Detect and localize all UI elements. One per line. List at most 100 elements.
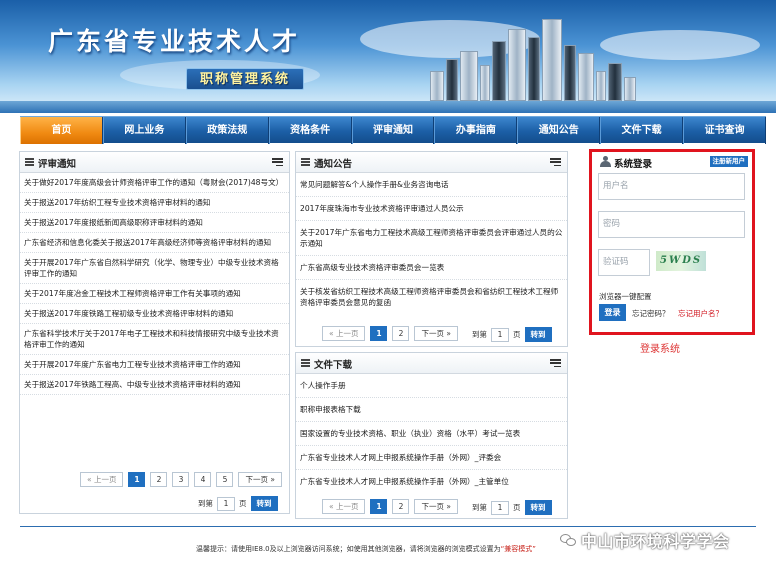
nav-downloads[interactable]: 文件下载	[600, 117, 684, 144]
goto-button[interactable]: 转到	[524, 327, 552, 342]
page-button[interactable]: 1	[370, 499, 388, 514]
review-notices-panel: 评审通知 关于做好2017年度高级会计师资格评审工作的通知（粤财会(2017)4…	[19, 151, 290, 514]
goto-page-input[interactable]: 1	[217, 496, 235, 511]
nav-policies[interactable]: 政策法规	[185, 117, 269, 144]
page-unit-label: 页	[239, 499, 247, 508]
browser-config-link[interactable]: 浏览器一键配置	[599, 291, 652, 302]
list-item[interactable]: 国家设置的专业技术资格、职业（执业）资格（水平）考试一览表	[296, 422, 567, 446]
list-item[interactable]: 职称申报表格下载	[296, 398, 567, 422]
announcements-pager: « 上一页 1 2 下一页 »	[322, 326, 458, 341]
page-button[interactable]: 2	[392, 499, 410, 514]
next-page-button[interactable]: 下一页 »	[238, 472, 282, 487]
forgot-username-link[interactable]: 忘记用户名？	[678, 308, 723, 319]
goto-button[interactable]: 转到	[250, 496, 278, 511]
page-button[interactable]: 5	[216, 472, 234, 487]
nav-online-business[interactable]: 网上业务	[102, 117, 186, 144]
review-notices-title: 评审通知	[38, 159, 77, 170]
skyline-building	[430, 71, 444, 101]
list-item[interactable]: 广东省科学技术厅关于2017年电子工程技术和科技情报研究中级专业技术资格评审工作…	[20, 324, 289, 355]
announcements-title: 通知公告	[314, 159, 353, 170]
list-item[interactable]: 关于报送2017年纺织工程专业技术资格评审材料的通知	[20, 193, 289, 213]
announcements-panel: 通知公告 常见问题解答&个人操作手册&业务咨询电话 2017年度珠海市专业技术资…	[295, 151, 568, 347]
list-item[interactable]: 关于报送2017年度报纸新闻高级职称评审材料的通知	[20, 213, 289, 233]
watermark-text: 中山市环境科学学会	[581, 532, 730, 551]
more-menu-icon[interactable]	[272, 158, 283, 167]
review-notices-pager: « 上一页 1 2 3 4 5 下一页 »	[80, 472, 282, 487]
page-unit-label: 页	[513, 330, 521, 339]
register-button[interactable]: 注册新用户	[709, 156, 748, 167]
page-button[interactable]: 4	[194, 472, 212, 487]
nav-service-guide[interactable]: 办事指南	[434, 117, 518, 144]
prev-page-button[interactable]: « 上一页	[80, 472, 124, 487]
nav-review-notices[interactable]: 评审通知	[351, 117, 435, 144]
downloads-jump: 到第 1 页 转到	[472, 500, 552, 515]
page-button[interactable]: 2	[392, 326, 410, 341]
list-item[interactable]: 个人操作手册	[296, 374, 567, 398]
page-button[interactable]: 1	[370, 326, 388, 341]
skyline-building	[564, 45, 576, 101]
goto-button[interactable]: 转到	[524, 500, 552, 515]
username-input[interactable]: 用户名	[598, 173, 745, 200]
list-icon	[301, 158, 310, 166]
list-item[interactable]: 关于2017年度冶金工程技术工程师资格评审工作有关事项的通知	[20, 284, 289, 304]
list-item[interactable]: 关于报送2017年度铁路工程初级专业技术资格评审材料的通知	[20, 304, 289, 324]
more-menu-icon[interactable]	[550, 158, 561, 167]
login-header: 系统登录 注册新用户	[592, 152, 752, 170]
downloads-title: 文件下载	[314, 360, 353, 371]
review-notices-header: 评审通知	[20, 152, 289, 173]
list-icon	[25, 158, 34, 166]
announcements-list: 常见问题解答&个人操作手册&业务咨询电话 2017年度珠海市专业技术资格评审通过…	[296, 173, 567, 314]
skyline-building	[492, 41, 506, 101]
login-panel: 系统登录 注册新用户 用户名 密码 验证码 5WDS 浏览器一键配置 登录 忘记…	[589, 149, 755, 335]
page-button[interactable]: 3	[172, 472, 190, 487]
skyline-building	[528, 37, 540, 101]
captcha-image[interactable]: 5WDS	[656, 251, 706, 271]
list-item[interactable]: 关于报送2017年铁路工程高、中级专业技术资格评审材料的通知	[20, 375, 289, 395]
goto-label: 到第	[472, 330, 487, 339]
login-caption: 登录系统	[640, 344, 680, 355]
prev-page-button[interactable]: « 上一页	[322, 326, 366, 341]
list-item[interactable]: 关于核发省纺织工程技术高级工程师资格评审委员会和省纺织工程技术工程师资格评审委员…	[296, 280, 567, 314]
watermark: 中山市环境科学学会	[560, 528, 730, 552]
skyline-building	[446, 59, 458, 101]
login-button[interactable]: 登录	[599, 304, 626, 321]
list-item[interactable]: 广东省经济和信息化委关于报送2017年高级经济师等资格评审材料的通知	[20, 233, 289, 253]
banner-water	[0, 101, 776, 113]
page-unit-label: 页	[513, 503, 521, 512]
list-item[interactable]: 关于开展2017年广东省自然科学研究（化学、物理专业）中级专业技术资格评审工作的…	[20, 253, 289, 284]
downloads-panel: 文件下载 个人操作手册 职称申报表格下载 国家设置的专业技术资格、职业（执业）资…	[295, 352, 568, 519]
next-page-button[interactable]: 下一页 »	[414, 499, 458, 514]
user-icon	[600, 156, 611, 167]
forgot-password-link[interactable]: 忘记密码？	[632, 308, 670, 319]
goto-page-input[interactable]: 1	[491, 500, 509, 515]
next-page-button[interactable]: 下一页 »	[414, 326, 458, 341]
prev-page-button[interactable]: « 上一页	[322, 499, 366, 514]
goto-label: 到第	[198, 499, 213, 508]
list-item[interactable]: 关于2017年广东省电力工程技术高级工程师资格评审委员会评审通过人员的公示通知	[296, 221, 567, 256]
more-menu-icon[interactable]	[550, 359, 561, 368]
footer-tip-highlight: “兼容模式”	[500, 545, 536, 553]
footer-tip-text: 温馨提示：请使用IE8.0及以上浏览器访问系统；如使用其他浏览器，请将浏览器的浏…	[196, 545, 501, 553]
footer-divider	[20, 526, 756, 527]
nav-qualifications[interactable]: 资格条件	[268, 117, 352, 144]
announcements-jump: 到第 1 页 转到	[472, 327, 552, 342]
page-button[interactable]: 1	[128, 472, 146, 487]
page-button[interactable]: 2	[150, 472, 168, 487]
captcha-input[interactable]: 验证码	[598, 249, 650, 276]
password-input[interactable]: 密码	[598, 211, 745, 238]
list-item[interactable]: 关于做好2017年度高级会计师资格评审工作的通知（粤财会(2017)48号文）	[20, 173, 289, 193]
login-title: 系统登录	[614, 159, 653, 170]
nav-certificate-query[interactable]: 证书查询	[683, 117, 767, 144]
list-item[interactable]: 关于开展2017年度广东省电力工程专业技术资格评审工作的通知	[20, 355, 289, 375]
list-item[interactable]: 广东省专业技术人才网上申报系统操作手册（外网）_评委会	[296, 446, 567, 470]
list-item[interactable]: 2017年度珠海市专业技术资格评审通过人员公示	[296, 197, 567, 221]
site-banner: 广东省专业技术人才 职称管理系统	[0, 0, 776, 113]
nav-announcements[interactable]: 通知公告	[517, 117, 601, 144]
skyline-building	[542, 19, 562, 101]
goto-page-input[interactable]: 1	[491, 327, 509, 342]
downloads-list: 个人操作手册 职称申报表格下载 国家设置的专业技术资格、职业（执业）资格（水平）…	[296, 374, 567, 493]
list-item[interactable]: 广东省高级专业技术资格评审委员会一览表	[296, 256, 567, 280]
list-item[interactable]: 常见问题解答&个人操作手册&业务咨询电话	[296, 173, 567, 197]
list-item[interactable]: 广东省专业技术人才网上申报系统操作手册（外网）_主管单位	[296, 470, 567, 493]
nav-home[interactable]: 首页	[20, 117, 103, 144]
